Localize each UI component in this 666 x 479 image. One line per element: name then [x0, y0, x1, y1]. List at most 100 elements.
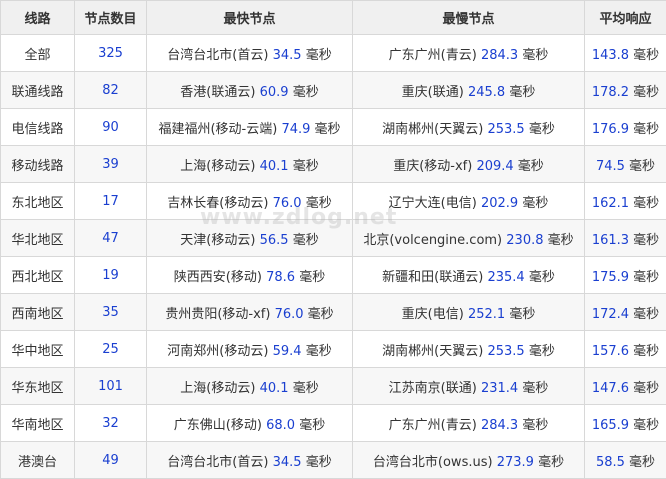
- fastest-ms: 34.5: [273, 48, 302, 63]
- route-cell: 华中地区: [1, 331, 75, 368]
- fastest-cell: 贵州贵阳(移动-xf) 76.0 毫秒: [147, 294, 353, 331]
- slowest-node: 湖南郴州(天翼云): [382, 122, 483, 137]
- average-cell: 74.5 毫秒: [585, 146, 666, 183]
- route-cell: 电信线路: [1, 109, 75, 146]
- fastest-node: 台湾台北市(首云): [167, 48, 268, 63]
- fastest-node: 天津(移动云): [180, 233, 255, 248]
- slowest-node: 重庆(联通): [402, 85, 464, 100]
- slowest-ms: 284.3: [481, 418, 518, 433]
- average-cell: 178.2 毫秒: [585, 72, 666, 109]
- col-route: 线路: [1, 1, 75, 35]
- slowest-cell: 湖南郴州(天翼云) 253.5 毫秒: [353, 109, 585, 146]
- fastest-ms: 56.5: [260, 233, 289, 248]
- fastest-node: 福建福州(移动-云端): [158, 122, 277, 137]
- average-cell: 165.9 毫秒: [585, 405, 666, 442]
- table-row: 华东地区101上海(移动云) 40.1 毫秒江苏南京(联通) 231.4 毫秒1…: [1, 368, 666, 405]
- fastest-node: 香港(联通云): [180, 85, 255, 100]
- route-cell: 华东地区: [1, 368, 75, 405]
- table-row: 华南地区32广东佛山(移动) 68.0 毫秒广东广州(青云) 284.3 毫秒1…: [1, 405, 666, 442]
- average-cell: 161.3 毫秒: [585, 220, 666, 257]
- node-count: 32: [102, 416, 119, 431]
- route-cell: 联通线路: [1, 72, 75, 109]
- route-cell: 东北地区: [1, 183, 75, 220]
- average-ms: 178.2: [592, 85, 629, 100]
- node-count: 101: [98, 379, 123, 394]
- slowest-node: 湖南郴州(天翼云): [382, 344, 483, 359]
- slowest-ms: 245.8: [468, 85, 505, 100]
- count-cell: 39: [75, 146, 147, 183]
- unit-label: 毫秒: [522, 48, 548, 63]
- average-cell: 147.6 毫秒: [585, 368, 666, 405]
- unit-label: 毫秒: [633, 381, 659, 396]
- unit-label: 毫秒: [308, 307, 334, 322]
- fastest-ms: 78.6: [266, 270, 295, 285]
- slowest-cell: 广东广州(青云) 284.3 毫秒: [353, 35, 585, 72]
- fastest-ms: 74.9: [281, 122, 310, 137]
- average-cell: 58.5 毫秒: [585, 442, 666, 479]
- fastest-ms: 59.4: [273, 344, 302, 359]
- header-row: 线路 节点数目 最快节点 最慢节点 平均响应: [1, 1, 666, 35]
- fastest-cell: 台湾台北市(首云) 34.5 毫秒: [147, 35, 353, 72]
- count-cell: 19: [75, 257, 147, 294]
- fastest-cell: 广东佛山(移动) 68.0 毫秒: [147, 405, 353, 442]
- unit-label: 毫秒: [293, 381, 319, 396]
- node-count: 19: [102, 268, 119, 283]
- slowest-cell: 台湾台北市(ows.us) 273.9 毫秒: [353, 442, 585, 479]
- node-count: 17: [102, 194, 119, 209]
- route-cell: 西北地区: [1, 257, 75, 294]
- slowest-ms: 284.3: [481, 48, 518, 63]
- slowest-node: 新疆和田(联通云): [382, 270, 483, 285]
- slowest-ms: 273.9: [497, 455, 534, 470]
- route-cell: 西南地区: [1, 294, 75, 331]
- average-cell: 162.1 毫秒: [585, 183, 666, 220]
- unit-label: 毫秒: [299, 418, 325, 433]
- average-ms: 162.1: [592, 196, 629, 211]
- fastest-cell: 天津(移动云) 56.5 毫秒: [147, 220, 353, 257]
- node-count: 25: [102, 342, 119, 357]
- table-row: 全部325台湾台北市(首云) 34.5 毫秒广东广州(青云) 284.3 毫秒1…: [1, 35, 666, 72]
- fastest-node: 广东佛山(移动): [174, 418, 262, 433]
- fastest-node: 陕西西安(移动): [174, 270, 262, 285]
- unit-label: 毫秒: [633, 418, 659, 433]
- average-ms: 147.6: [592, 381, 629, 396]
- node-count: 90: [102, 120, 119, 135]
- slowest-ms: 235.4: [487, 270, 524, 285]
- slowest-node: 台湾台北市(ows.us): [373, 455, 493, 470]
- slowest-ms: 253.5: [487, 122, 524, 137]
- table-row: 西南地区35贵州贵阳(移动-xf) 76.0 毫秒重庆(电信) 252.1 毫秒…: [1, 294, 666, 331]
- route-name: 华东地区: [11, 381, 63, 396]
- fastest-node: 河南郑州(移动云): [167, 344, 268, 359]
- fastest-ms: 76.0: [273, 196, 302, 211]
- slowest-ms: 253.5: [487, 344, 524, 359]
- fastest-node: 贵州贵阳(移动-xf): [165, 307, 270, 322]
- slowest-cell: 新疆和田(联通云) 235.4 毫秒: [353, 257, 585, 294]
- route-name: 电信线路: [11, 122, 63, 137]
- unit-label: 毫秒: [529, 270, 555, 285]
- count-cell: 101: [75, 368, 147, 405]
- route-cell: 移动线路: [1, 146, 75, 183]
- unit-label: 毫秒: [509, 85, 535, 100]
- table-body: 全部325台湾台北市(首云) 34.5 毫秒广东广州(青云) 284.3 毫秒1…: [1, 35, 666, 479]
- route-name: 西北地区: [11, 270, 63, 285]
- slowest-ms: 231.4: [481, 381, 518, 396]
- fastest-cell: 台湾台北市(首云) 34.5 毫秒: [147, 442, 353, 479]
- fastest-node: 吉林长春(移动云): [167, 196, 268, 211]
- fastest-cell: 福建福州(移动-云端) 74.9 毫秒: [147, 109, 353, 146]
- unit-label: 毫秒: [509, 307, 535, 322]
- route-cell: 港澳台: [1, 442, 75, 479]
- table-row: 电信线路90福建福州(移动-云端) 74.9 毫秒湖南郴州(天翼云) 253.5…: [1, 109, 666, 146]
- unit-label: 毫秒: [633, 48, 659, 63]
- fastest-cell: 陕西西安(移动) 78.6 毫秒: [147, 257, 353, 294]
- route-name: 西南地区: [11, 307, 63, 322]
- slowest-ms: 209.4: [476, 159, 513, 174]
- average-cell: 143.8 毫秒: [585, 35, 666, 72]
- slowest-ms: 202.9: [481, 196, 518, 211]
- average-ms: 175.9: [592, 270, 629, 285]
- route-name: 联通线路: [11, 85, 63, 100]
- slowest-cell: 湖南郴州(天翼云) 253.5 毫秒: [353, 331, 585, 368]
- count-cell: 25: [75, 331, 147, 368]
- route-name: 全部: [24, 48, 50, 63]
- table-row: 移动线路39上海(移动云) 40.1 毫秒重庆(移动-xf) 209.4 毫秒7…: [1, 146, 666, 183]
- unit-label: 毫秒: [633, 196, 659, 211]
- route-name: 港澳台: [18, 455, 57, 470]
